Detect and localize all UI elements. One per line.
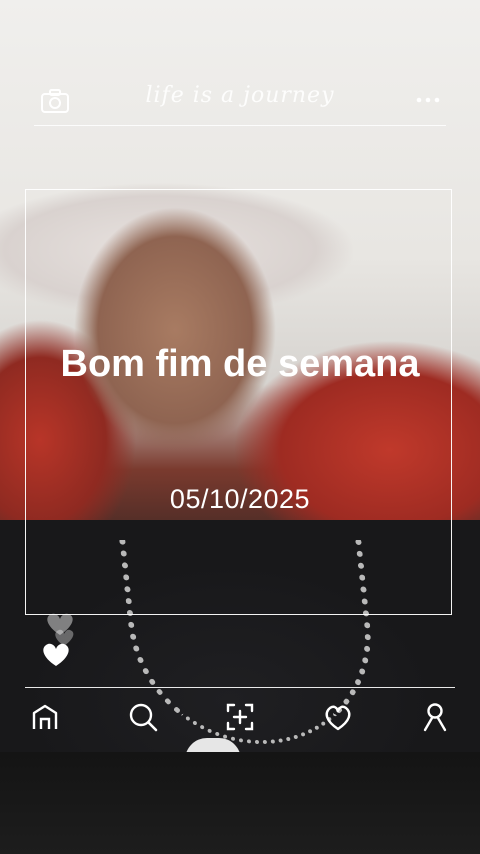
heart-main-icon <box>43 643 69 666</box>
header-divider <box>34 125 446 126</box>
post-frame <box>25 189 452 615</box>
post-date: 05/10/2025 <box>169 484 311 514</box>
heart-icon <box>325 705 350 731</box>
nav-home[interactable] <box>25 697 65 737</box>
home-icon <box>32 704 58 729</box>
nav-likes[interactable] <box>318 697 358 737</box>
more-icon[interactable] <box>414 92 442 108</box>
add-post-icon <box>226 703 254 731</box>
post-headline: Bom fim de semana <box>60 343 420 385</box>
profile-icon <box>423 703 447 732</box>
camera-icon[interactable] <box>40 88 70 114</box>
search-icon <box>129 703 157 732</box>
nav-divider <box>25 687 455 688</box>
bottom-nav <box>25 697 455 737</box>
hearts-decoration <box>38 608 82 670</box>
nav-add-post[interactable] <box>220 697 260 737</box>
heart-faded-icon <box>55 629 74 646</box>
tagline: life is a journey <box>145 83 335 108</box>
nav-search[interactable] <box>123 697 163 737</box>
post-overlay: life is a journey Bom fim de semana 05/1… <box>0 0 480 854</box>
nav-profile[interactable] <box>415 697 455 737</box>
